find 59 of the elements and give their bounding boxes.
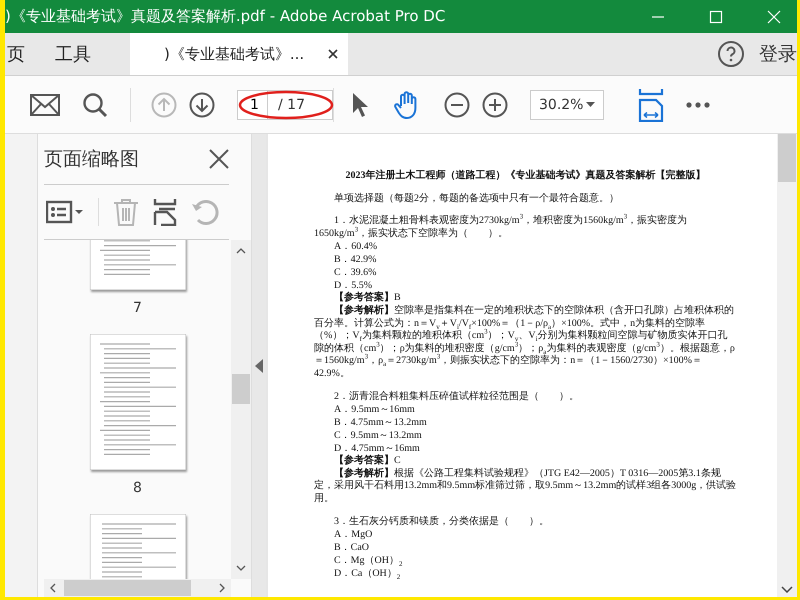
answer-option: A．MgO xyxy=(314,528,737,542)
scrollbar[interactable] xyxy=(231,240,251,579)
answer-option: B．4.75mm～13.2mm xyxy=(314,416,737,430)
panel-title: 页面缩略图 xyxy=(44,147,139,172)
question-text: 1．水泥混凝土粗骨料表观密度为2730kg/m$^{3}$，堆积密度为1560kg/m$^{3}$，振实密度为1650kg/m$^{3}$，振实状态下空隙率为（ ）。 xyxy=(314,215,688,240)
answer-option: D．Ca（OH）$_{2}$ xyxy=(314,567,737,580)
zoom-out-icon[interactable] xyxy=(444,92,470,118)
sign-in-button[interactable]: 登录 xyxy=(759,41,797,67)
answer-option: B．42.9% xyxy=(314,253,737,266)
scroll-down-icon[interactable] xyxy=(236,565,246,571)
answer-option: D．5.5% xyxy=(314,279,737,292)
close-icon[interactable] xyxy=(328,49,338,59)
page-total: / 17 xyxy=(278,96,305,112)
doc-title: 2023年注册土木工程师（道路工程）《专业基础考试》真题及答案解析【完整版】 xyxy=(344,170,706,183)
answer-option: A．60.4% xyxy=(314,240,737,254)
nav-tab[interactable]: 工具 xyxy=(53,42,93,66)
scroll-down-icon[interactable] xyxy=(781,586,793,593)
scroll-right-icon[interactable] xyxy=(219,583,225,593)
zoom-dropdown[interactable]: 30.2% xyxy=(530,90,604,120)
fit-page-icon[interactable] xyxy=(638,88,664,122)
document-tab-label[interactable]: )《专业基础考试》... xyxy=(164,44,304,64)
answer-option: C．9.5mm～13.2mm xyxy=(314,429,737,442)
scroll-up-icon[interactable] xyxy=(236,248,246,254)
maximize-icon[interactable] xyxy=(709,10,723,24)
answer-option: C．39.6% xyxy=(314,266,737,280)
collapse-icon[interactable] xyxy=(255,358,263,372)
close-icon[interactable] xyxy=(209,149,229,169)
window-title: )《专业基础考试》真题及答案解析.pdf - Adobe Acrobat Pro DC xyxy=(5,7,446,26)
list-options-icon[interactable] xyxy=(46,200,84,224)
scrollbar-thumb[interactable] xyxy=(64,580,191,596)
answer-option: A．9.5mm～16mm xyxy=(314,403,737,416)
horizontal-scrollbar[interactable] xyxy=(44,579,231,597)
answer-option: C．Mg（OH）$_{2}$ xyxy=(314,554,737,568)
section-heading: 单项选择题（每题2分，每题的备选项中只有一个最符合题意。） xyxy=(333,192,620,206)
scroll-left-icon[interactable] xyxy=(50,583,56,593)
page-number-label: 7 xyxy=(133,300,142,316)
scrollbar[interactable] xyxy=(777,134,797,597)
search-icon[interactable] xyxy=(82,92,108,118)
caret-icon xyxy=(586,102,595,107)
pointer-icon[interactable] xyxy=(350,90,370,118)
nav-tab[interactable]: 页 xyxy=(5,42,27,66)
reference-answer: 【参考答案】C xyxy=(333,455,402,468)
scrollbar-thumb[interactable] xyxy=(232,374,250,404)
question-text: 2．沥青混合料粗集料压碎值试样粒径范围是（ ）。 xyxy=(333,390,580,404)
zoom-in-icon[interactable] xyxy=(482,92,508,118)
mail-icon[interactable] xyxy=(30,94,60,116)
question-text: 3．生石灰分钙质和镁质，分类依据是（ ）。 xyxy=(333,516,550,528)
answer-explanation: 【参考解析】根据《公路工程集料试验规程》（JTG E42—2005）T 0316—2005第3.1条规定，采用风干石料用13.2mm和9.5mm标准筛过筛，取9.5mm～13.2mm的试样3组各3000g，供试验用。 xyxy=(314,468,737,506)
more-icon[interactable] xyxy=(686,102,710,108)
scrollbar-thumb[interactable] xyxy=(778,134,796,182)
reference-answer: 【参考答案】B xyxy=(333,292,402,304)
answer-explanation: 【参考解析】空隙率是指集料在一定的堆积状态下的空隙体积（含开口孔隙）占堆积体积的百分率。计算公式为：n＝V$_{v}$＋V$_{i}$/V$_{f}$×100%＝（1－ρ/ρ$_{a}$）×100%。式中，n为集料的空隙率（%）；V$_{f}$为集料颗粒的堆积体积（cm$^{3}$）；V$_{v}$、V$_{i}$分别为集料颗粒间空隙与矿物质实体开口孔隙的体积（cm$^{3}$）；ρ为集料的堆积密度（g/cm$^{3}$）；ρ$_{a}$为集料的表观密度（g/cm$^{3}$）。根据题意，ρ＝1560kg/m$^{3}$，ρ$_{a}$＝2730kg/m$^{3}$，则振实状态下的空隙率为：n＝（1－1560/2730）×100%＝42.9%。 xyxy=(314,304,736,381)
page-number-label: 8 xyxy=(133,480,142,496)
page-thumbnail[interactable] xyxy=(90,334,186,470)
answer-option: B．CaO xyxy=(314,541,737,554)
help-icon[interactable] xyxy=(717,40,745,68)
answer-option: D．4.75mm～16mm xyxy=(314,442,737,456)
document-tab[interactable]: )《专业基础考试》... xyxy=(130,33,348,75)
extract-pages-icon[interactable] xyxy=(153,198,177,226)
